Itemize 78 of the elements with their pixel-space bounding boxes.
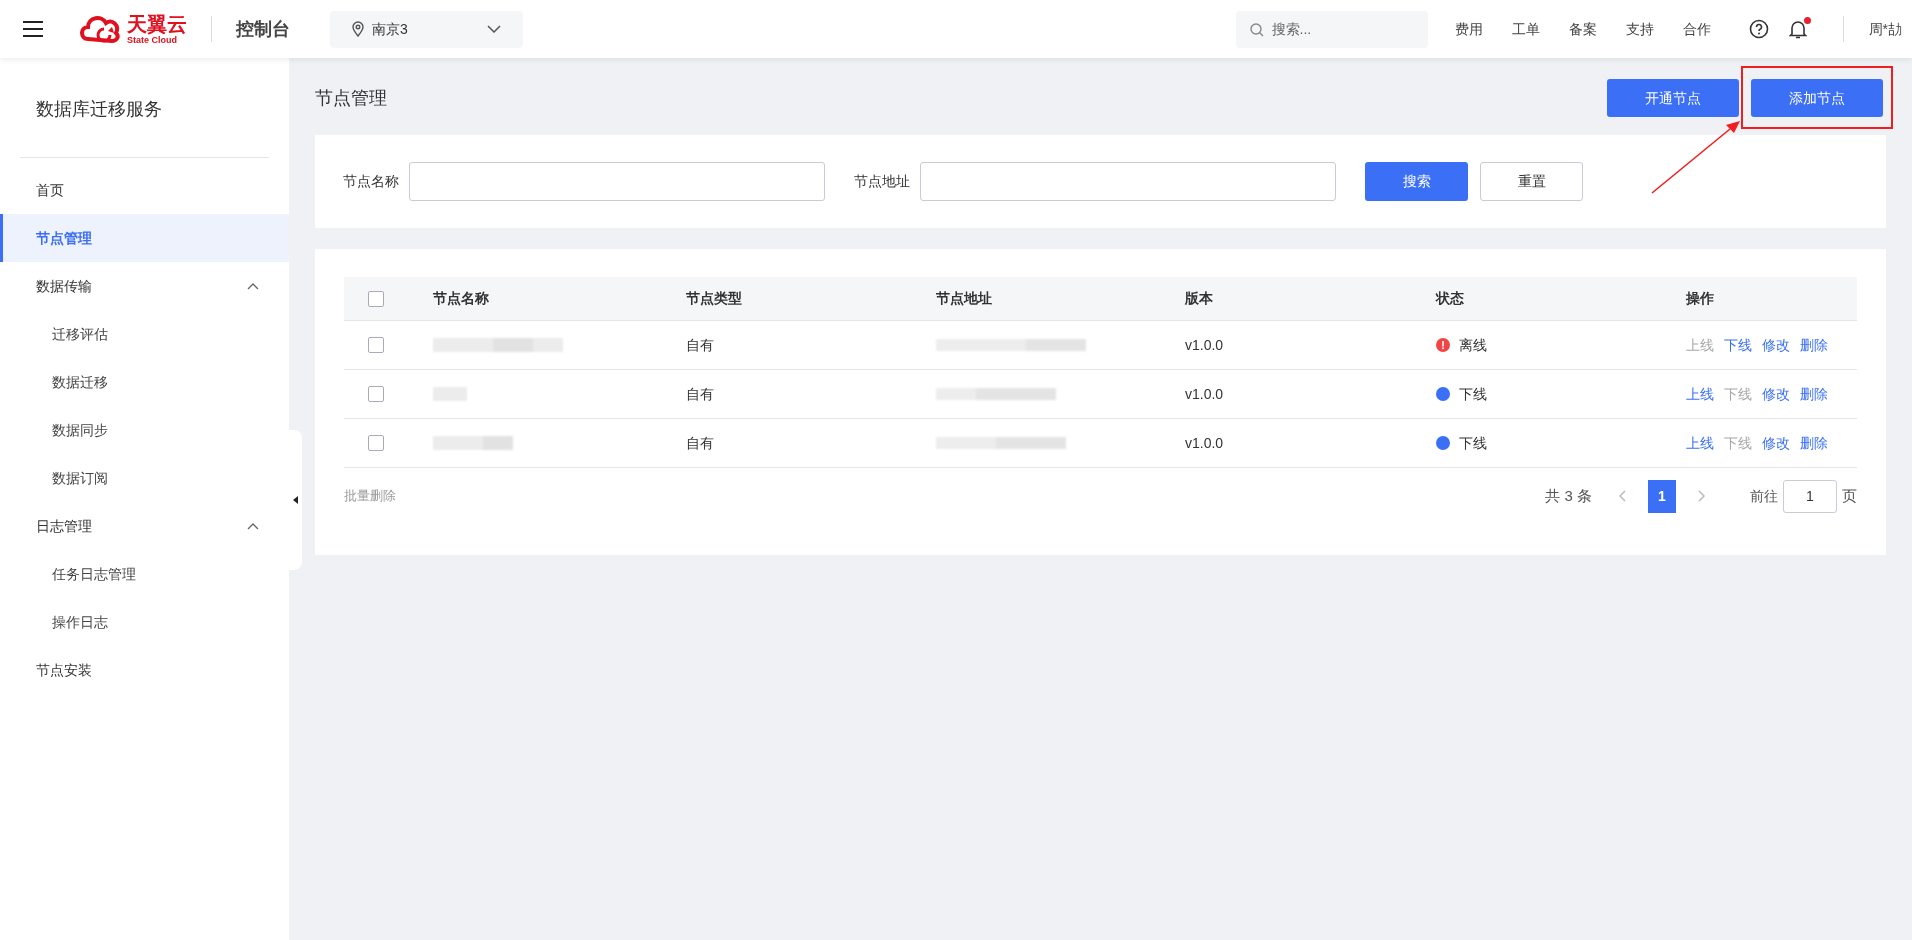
region-dropdown[interactable]: 南京3	[330, 10, 523, 48]
status-text: 下线	[1459, 384, 1487, 404]
nav-link[interactable]: 备案	[1568, 18, 1597, 40]
chevron-up-icon	[247, 282, 259, 290]
column-header: 状态	[1436, 289, 1465, 308]
sidebar-subitem[interactable]: 任务日志管理	[0, 550, 289, 598]
status-text: 下线	[1459, 433, 1487, 453]
sidebar-subitem[interactable]: 迁移评估	[0, 310, 289, 358]
action-link[interactable]: 上线	[1686, 432, 1714, 454]
action-link[interactable]: 删除	[1800, 334, 1828, 356]
field-label: 节点名称	[343, 172, 399, 191]
primary-button[interactable]: 开通节点	[1607, 79, 1739, 117]
search-button[interactable]: 搜索	[1365, 162, 1468, 201]
sidebar-item[interactable]: 首页	[0, 166, 289, 214]
action-link[interactable]: 下线	[1724, 334, 1752, 356]
chevron-down-icon	[487, 25, 501, 33]
sidebar-title: 数据库迁移服务	[35, 98, 163, 121]
chevron-left-icon[interactable]	[1618, 490, 1626, 502]
sidebar-item[interactable]: 数据传输	[0, 262, 289, 310]
sidebar-subitem[interactable]: 数据迁移	[0, 358, 289, 406]
nav-link[interactable]: 合作	[1682, 18, 1711, 40]
checkbox[interactable]	[368, 435, 384, 451]
column-header: 节点名称	[433, 289, 490, 308]
column-header: 操作	[1686, 289, 1715, 308]
menu-icon[interactable]	[23, 21, 43, 37]
status-text: 离线	[1459, 335, 1487, 355]
bell-icon[interactable]	[1788, 19, 1807, 39]
primary-button[interactable]: 添加节点	[1751, 79, 1883, 117]
input-field[interactable]	[409, 162, 825, 201]
chevron-right-icon[interactable]	[1698, 490, 1706, 502]
sidebar-subitem[interactable]: 数据订阅	[0, 454, 289, 502]
table-cell-text: 自有	[686, 433, 715, 453]
sidebar-subitem[interactable]: 操作日志	[0, 598, 289, 646]
table-cell-text: v1.0.0	[1185, 384, 1225, 404]
console-title: 控制台	[236, 17, 290, 41]
checkbox[interactable]	[368, 386, 384, 402]
page-button[interactable]: 1	[1648, 479, 1676, 513]
location-pin-icon	[352, 21, 364, 37]
caret-left-icon	[293, 496, 298, 504]
sidebar-subitem[interactable]: 数据同步	[0, 406, 289, 454]
action-link[interactable]: 删除	[1800, 383, 1828, 405]
sidebar-item[interactable]: 节点管理	[0, 214, 289, 262]
search-field[interactable]: 搜索...	[1235, 10, 1428, 48]
table-cell-text: v1.0.0	[1185, 433, 1225, 453]
search-icon	[1249, 22, 1264, 37]
page-title: 节点管理	[315, 86, 388, 110]
action-link[interactable]: 删除	[1800, 432, 1828, 454]
nav-link[interactable]: 支持	[1625, 18, 1654, 40]
page-suffix: 页	[1842, 485, 1857, 506]
sidebar-item[interactable]: 节点安装	[0, 646, 289, 694]
action-link[interactable]: 上线	[1686, 383, 1714, 405]
checkbox[interactable]	[368, 337, 384, 353]
column-header: 节点类型	[686, 289, 743, 308]
action-link[interactable]: 修改	[1762, 432, 1790, 454]
nav-link[interactable]: 费用	[1454, 18, 1483, 40]
user-name[interactable]: 周*劼	[1868, 18, 1902, 40]
cloud-logo-icon	[79, 14, 121, 44]
table-cell-text: 自有	[686, 335, 715, 355]
page-input[interactable]: 1	[1783, 479, 1837, 513]
input-field[interactable]	[920, 162, 1336, 201]
column-header: 节点地址	[936, 289, 993, 308]
reset-button[interactable]: 重置	[1480, 162, 1583, 201]
action-link[interactable]: 修改	[1762, 383, 1790, 405]
chevron-up-icon	[247, 522, 259, 530]
table-cell-text: v1.0.0	[1185, 335, 1225, 355]
checkbox[interactable]	[368, 290, 384, 307]
action-link[interactable]: 修改	[1762, 334, 1790, 356]
column-header: 版本	[1185, 289, 1214, 308]
collapse-handle[interactable]	[289, 430, 302, 570]
logo-text: 天翼云	[127, 13, 187, 34]
logo-subtitle: State Cloud	[127, 35, 178, 45]
total-count: 共 3 条	[1545, 485, 1592, 506]
sidebar-item[interactable]: 日志管理	[0, 502, 289, 550]
goto-label: 前往	[1750, 486, 1778, 506]
nav-link[interactable]: 工单	[1511, 18, 1540, 40]
table-cell-text: 自有	[686, 384, 715, 404]
field-label: 节点地址	[854, 172, 910, 191]
help-icon[interactable]	[1748, 19, 1769, 39]
